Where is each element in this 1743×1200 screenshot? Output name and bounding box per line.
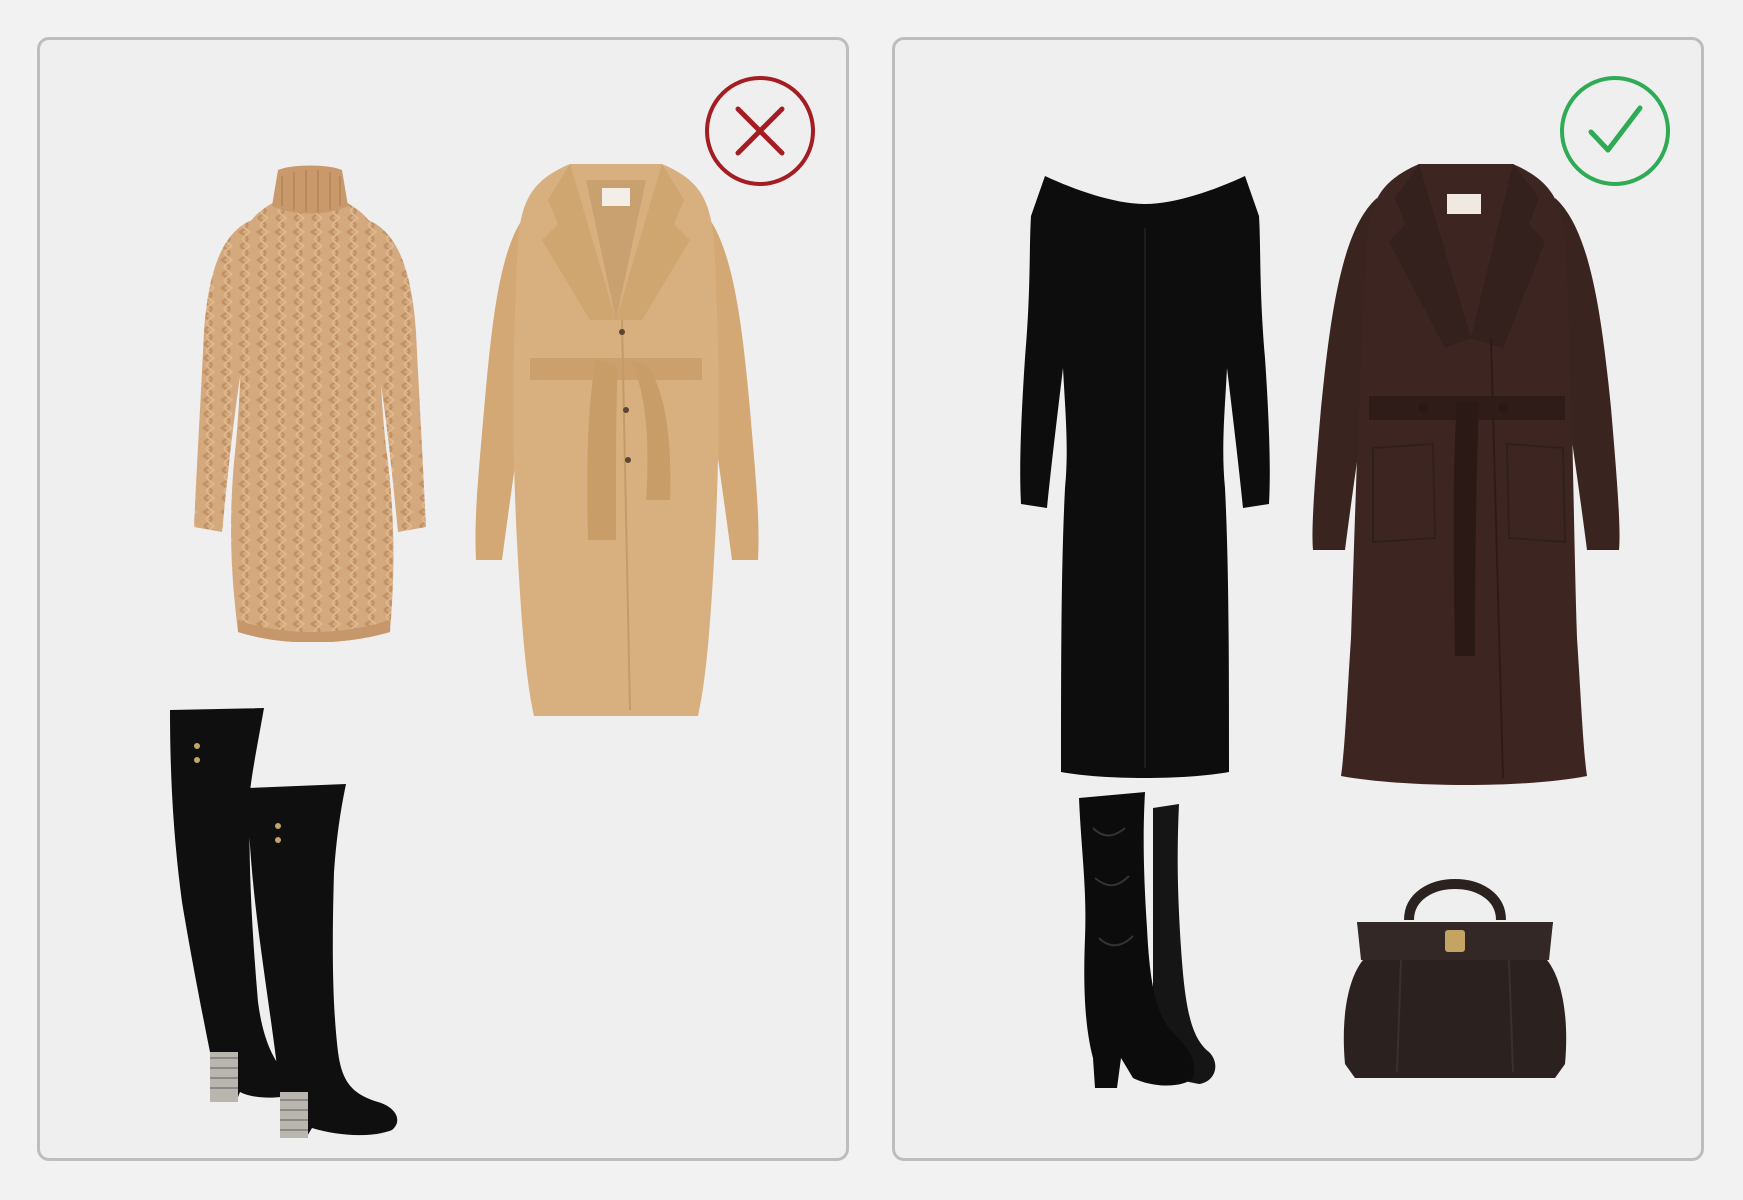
brown-belted-wrap-coat xyxy=(1307,158,1625,786)
black-off-shoulder-midi-dress xyxy=(1015,168,1275,780)
outfit-panel-correct xyxy=(892,37,1704,1161)
camel-belted-coat xyxy=(470,160,762,716)
black-leather-knee-boots xyxy=(1073,788,1233,1092)
cable-knit-sweater-dress xyxy=(182,162,438,642)
dark-brown-leather-handbag xyxy=(1337,860,1573,1084)
outfit-panel-incorrect xyxy=(37,37,849,1161)
over-the-knee-suede-boots xyxy=(152,702,452,1142)
